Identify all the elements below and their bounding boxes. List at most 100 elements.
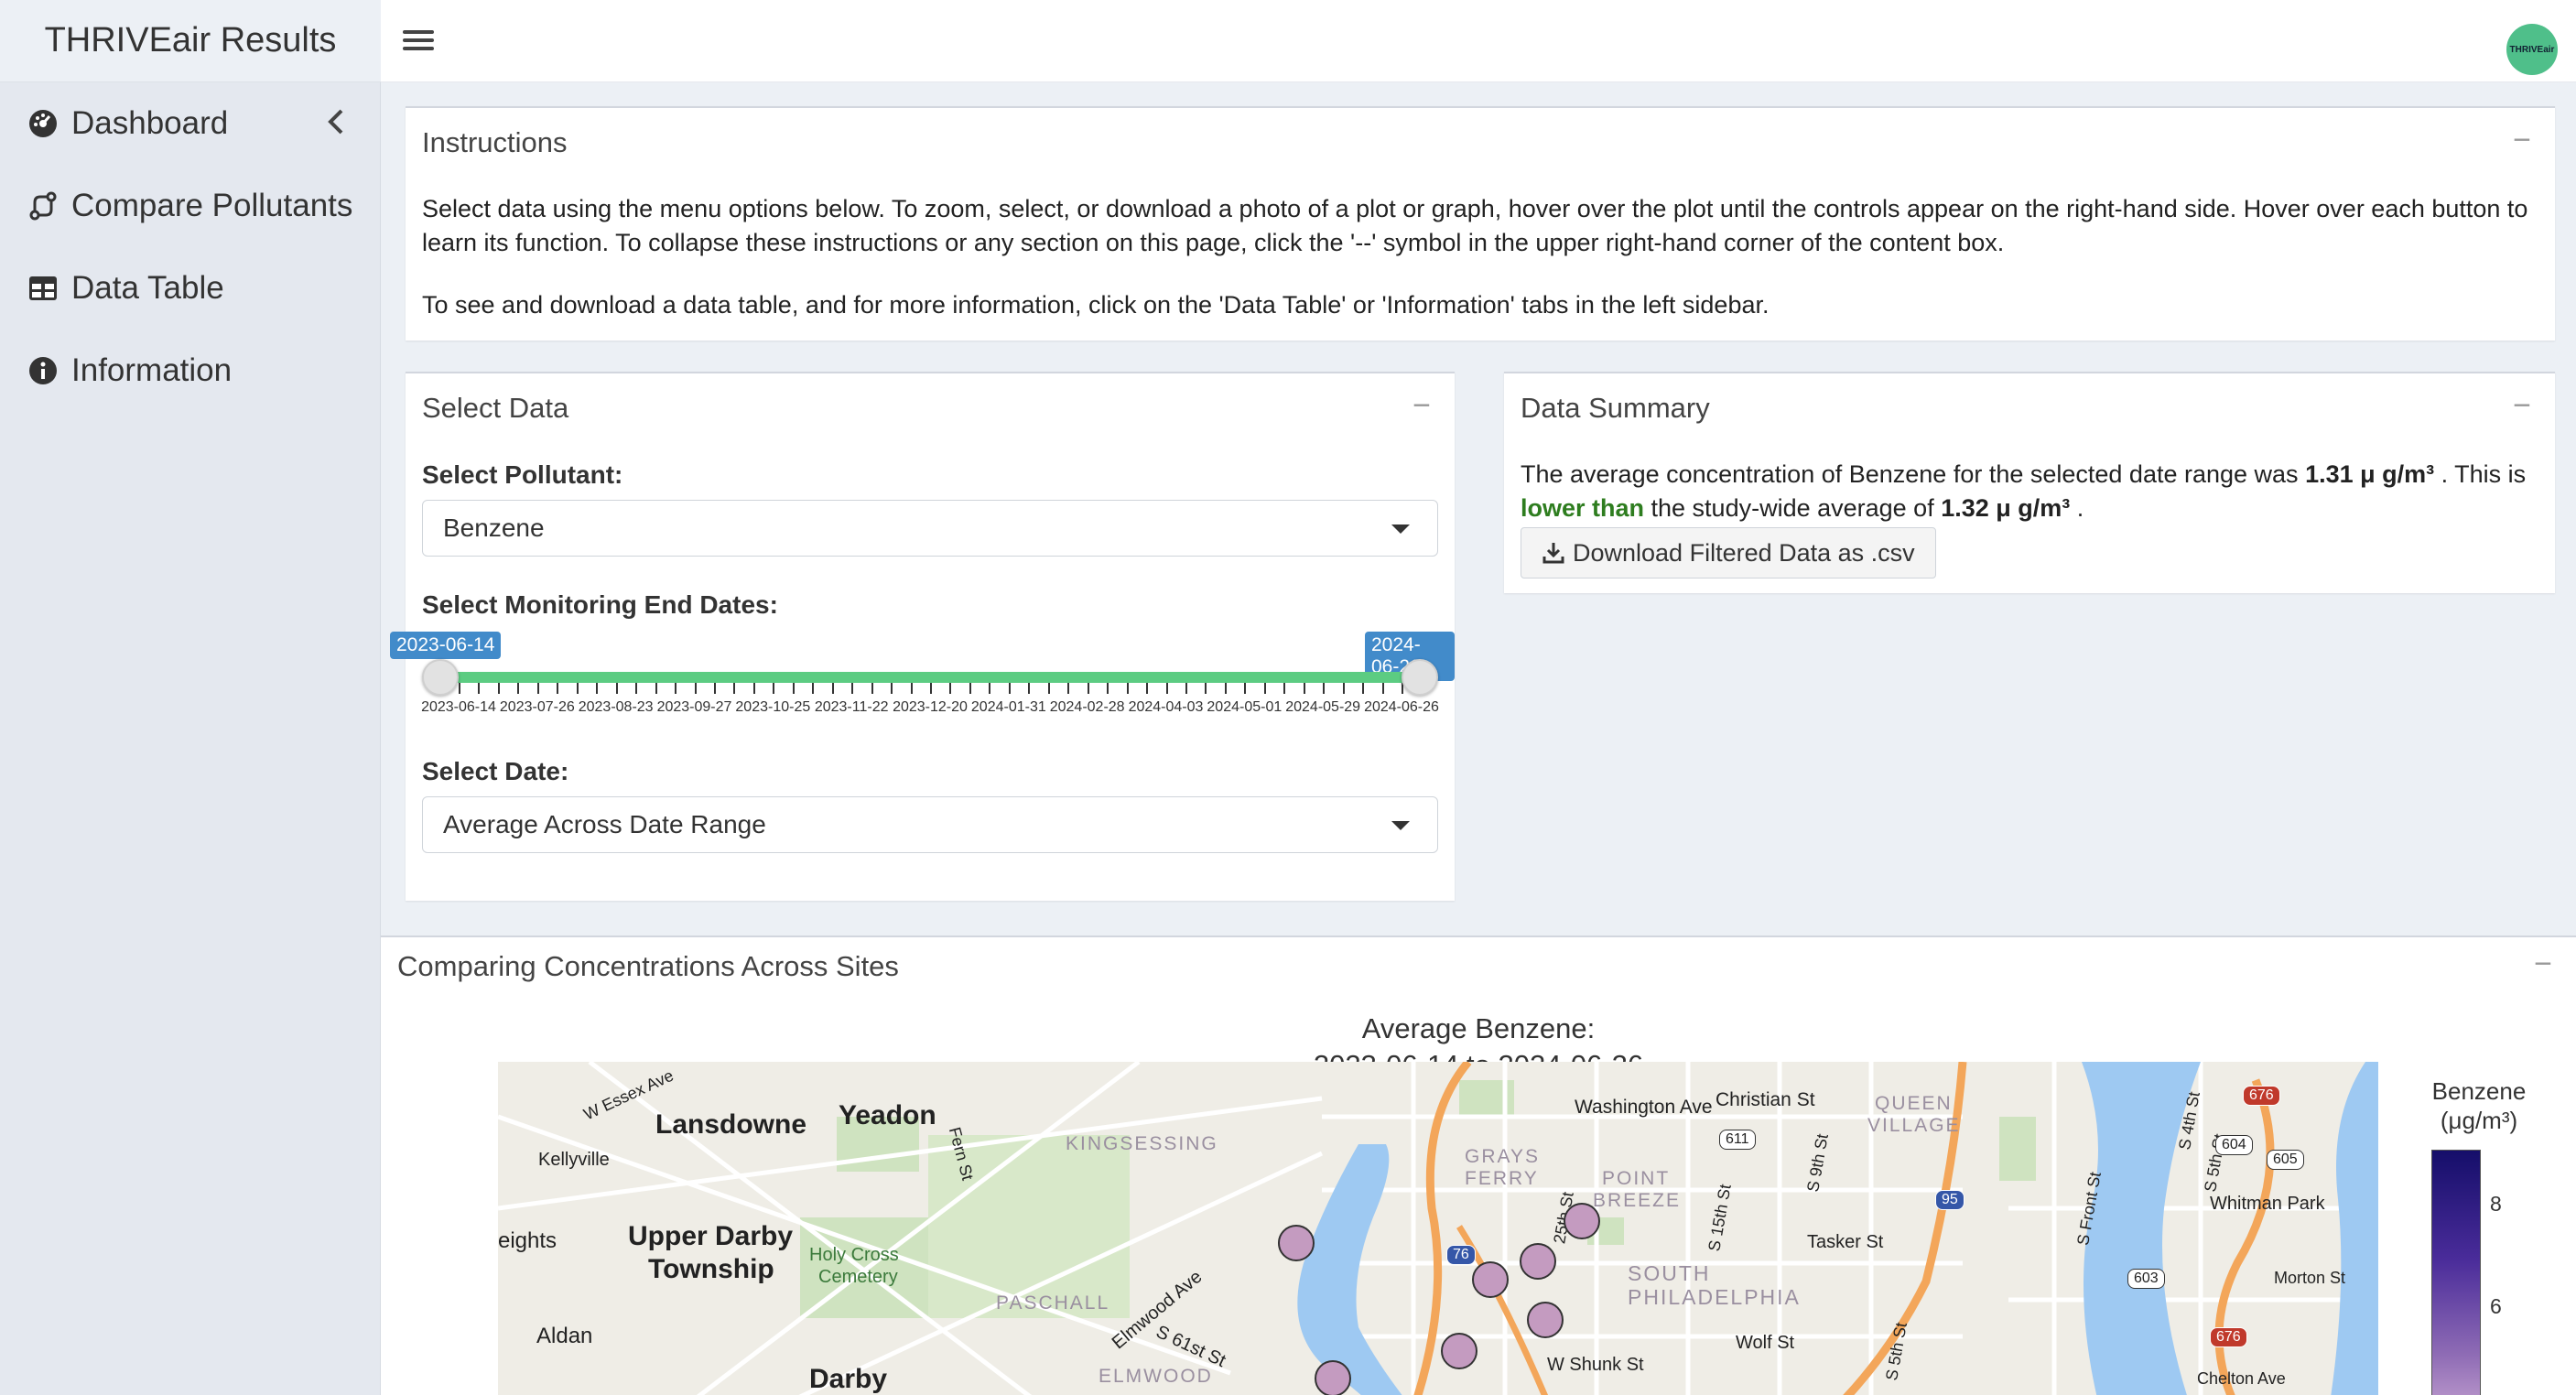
collapse-button[interactable]: −: [2513, 124, 2531, 156]
map-label-holy-cross-1: Holy Cross: [809, 1245, 899, 1265]
map-label-kellyville: Kellyville: [538, 1150, 610, 1170]
route-shield-604: 604: [2215, 1135, 2253, 1155]
sidebar-item-dashboard[interactable]: Dashboard: [0, 82, 380, 165]
pollutant-label: Select Pollutant:: [422, 460, 623, 489]
route-icon: [27, 190, 59, 222]
slider-tick: [1146, 683, 1149, 694]
monitoring-site-marker[interactable]: [1527, 1302, 1564, 1338]
hamburger-menu-icon[interactable]: [403, 26, 434, 57]
slider-tick: [1263, 683, 1266, 694]
map-label-paschall: PASCHALL: [996, 1292, 1110, 1314]
summary-text-part: The average concentration of Benzene for…: [1521, 460, 2306, 488]
slider-tick: [1283, 683, 1286, 694]
slider-tick: [1224, 683, 1227, 694]
monitoring-site-marker[interactable]: [1472, 1261, 1509, 1298]
slider-tick-label: 2023-12-20: [893, 699, 968, 715]
map-label-elmwood: ELMWOOD: [1099, 1366, 1213, 1387]
slider-tick: [635, 683, 638, 694]
map-section: Comparing Concentrations Across Sites − …: [381, 935, 2576, 1395]
data-summary-box: Data Summary − The average concentration…: [1504, 372, 2555, 593]
sidebar-item-information[interactable]: Information: [0, 330, 380, 412]
instructions-text-1: Select data using the menu options below…: [422, 195, 2528, 256]
map-label-queen-village-1: QUEEN: [1875, 1093, 1953, 1114]
chevron-left-icon[interactable]: [327, 108, 345, 144]
slider-tick: [459, 683, 460, 694]
collapse-button[interactable]: −: [2534, 948, 2552, 979]
map-label-wolf-st: Wolf St: [1736, 1333, 1795, 1353]
slider-tick: [831, 683, 834, 694]
slider-tick-label: 2024-04-03: [1128, 699, 1204, 715]
slider-tick: [851, 683, 854, 694]
download-csv-button[interactable]: Download Filtered Data as .csv: [1521, 527, 1936, 579]
slider-tick: [773, 683, 775, 694]
monitoring-site-marker[interactable]: [1520, 1243, 1556, 1280]
sidebar-item-compare-pollutants[interactable]: Compare Pollutants: [0, 165, 380, 247]
map-label-whitman-park: Whitman Park: [2210, 1194, 2325, 1214]
pollutant-select-value: Benzene: [443, 514, 545, 542]
slider-tick: [1047, 683, 1050, 694]
slider-tick: [713, 683, 716, 694]
route-shield-676: 676: [2210, 1327, 2247, 1347]
map-label-holy-cross-2: Cemetery: [818, 1267, 898, 1287]
slider-tick: [1067, 683, 1070, 694]
monitoring-site-marker[interactable]: [1564, 1203, 1600, 1239]
slider-tick: [1028, 683, 1031, 694]
slider-tick: [1008, 683, 1011, 694]
slider-tick: [871, 683, 873, 694]
data-summary-title: Data Summary: [1521, 392, 1710, 424]
slider-min-badge: 2023-06-14: [390, 632, 502, 659]
monitoring-site-marker[interactable]: [1441, 1333, 1477, 1369]
slider-tick: [752, 683, 755, 694]
site-map[interactable]: Lansdowne Yeadon Kellyville Upper Darby …: [498, 1062, 2378, 1395]
instructions-title: Instructions: [422, 126, 568, 158]
slider-range-fill: [440, 672, 1420, 683]
slider-tick-label: 2024-02-28: [1049, 699, 1125, 715]
pollutant-select[interactable]: Benzene: [422, 500, 1438, 557]
slider-tick: [733, 683, 736, 694]
slider-handle-end[interactable]: [1402, 659, 1438, 696]
map-label-chelton-ave: Chelton Ave: [2197, 1369, 2286, 1388]
summary-study-average: 1.32 μ g/m³: [1941, 494, 2071, 522]
plot-title-line1: Average Benzene:: [1361, 1012, 1596, 1044]
download-csv-label: Download Filtered Data as .csv: [1573, 538, 1915, 567]
slider-tick-label: 2023-08-23: [578, 699, 654, 715]
map-label-point-breeze-2: BREEZE: [1593, 1190, 1682, 1211]
slider-tick: [930, 683, 932, 694]
sidebar: Dashboard Compare Pollutants Data Table …: [0, 82, 381, 1395]
slider-tick: [1165, 683, 1168, 694]
slider-tick-label: 2023-09-27: [656, 699, 732, 715]
legend-colorbar: [2431, 1150, 2481, 1395]
collapse-button[interactable]: −: [1412, 390, 1431, 421]
legend-title-line1: Benzene: [2431, 1077, 2527, 1105]
sidebar-item-label: Compare Pollutants: [71, 188, 353, 223]
slider-handle-start[interactable]: [422, 659, 459, 696]
caret-down-icon: [1391, 524, 1410, 534]
app-title: THRIVEair Results: [0, 0, 381, 82]
route-shield-611: 611: [1719, 1130, 1756, 1150]
date-select[interactable]: Average Across Date Range: [422, 796, 1438, 853]
map-label-eights: eights: [498, 1228, 557, 1253]
map-label-w-shunk-st: W Shunk St: [1547, 1355, 1644, 1375]
slider-tick: [949, 683, 952, 694]
date-select-value: Average Across Date Range: [443, 810, 766, 838]
map-label-grays-ferry-2: FERRY: [1465, 1168, 1539, 1189]
summary-text-part: the study-wide average of: [1644, 494, 1942, 522]
sidebar-item-data-table[interactable]: Data Table: [0, 247, 380, 330]
collapse-button[interactable]: −: [2513, 390, 2531, 421]
slider-tick: [1244, 683, 1247, 694]
monitoring-site-marker[interactable]: [1278, 1225, 1315, 1261]
map-label-washington-ave: Washington Ave: [1575, 1097, 1713, 1118]
slider-tick: [792, 683, 795, 694]
slider-tick-label: 2024-05-01: [1207, 699, 1283, 715]
avatar[interactable]: THRIVEair: [2506, 24, 2558, 75]
map-label-south-philly-2: PHILADELPHIA: [1628, 1285, 1801, 1309]
slider-tick: [615, 683, 618, 694]
slider-tick: [1126, 683, 1129, 694]
monitoring-site-marker[interactable]: [1315, 1360, 1351, 1395]
slider-tick: [1342, 683, 1345, 694]
summary-text-part: . This is: [2434, 460, 2527, 488]
slider-tick: [989, 683, 991, 694]
slider-tick: [910, 683, 913, 694]
map-label-upper-darby-1: Upper Darby: [628, 1221, 794, 1251]
slider-tick: [1362, 683, 1365, 694]
